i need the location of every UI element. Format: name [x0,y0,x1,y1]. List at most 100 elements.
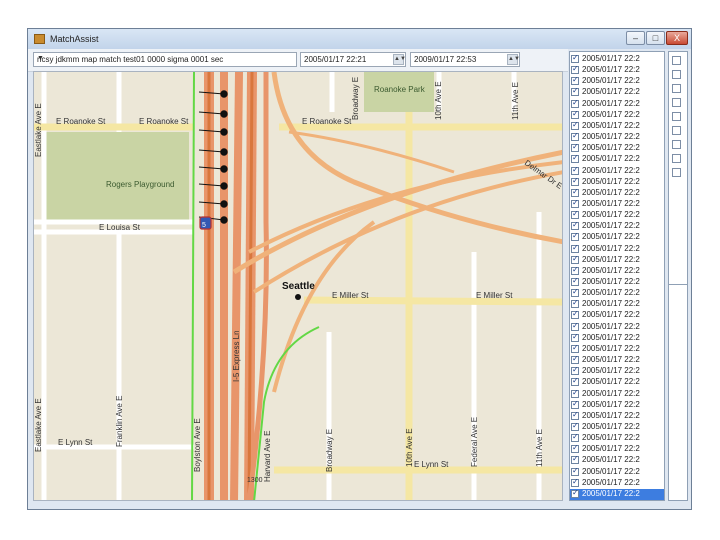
list-item[interactable]: ✓ 2005/01/17 22:2 [570,86,664,98]
side-checkbox[interactable] [672,112,681,121]
list-item[interactable]: ✓ 2005/01/17 22:2 [570,421,664,433]
row-checkbox[interactable]: ✓ [571,142,579,153]
list-item[interactable]: ✓ 2005/01/17 22:2 [570,120,664,132]
end-datetime-picker[interactable]: 2009/01/17 22:53 ▲▼ [410,52,520,67]
list-item[interactable]: ✓ 2005/01/17 22:2 [570,265,664,277]
close-button[interactable]: X [666,31,688,45]
list-item[interactable]: ✓ 2005/01/17 22:2 [570,75,664,87]
row-checkbox[interactable]: ✓ [571,477,579,487]
row-checkbox[interactable]: ✓ [571,466,579,476]
row-checkbox[interactable]: ✓ [571,309,579,320]
side-checkbox[interactable] [672,70,681,79]
list-item[interactable]: ✓ 2005/01/17 22:2 [570,198,664,210]
row-checkbox[interactable]: ✓ [571,332,579,342]
list-item[interactable]: ✓ 2005/01/17 22:2 [570,254,664,266]
list-item[interactable]: ✓ 2005/01/17 22:2 [570,298,664,310]
row-checkbox[interactable]: ✓ [571,98,579,108]
spin-icon[interactable]: ▲▼ [507,54,520,65]
chevron-down-icon[interactable]: ▼ [37,55,294,62]
side-checkbox[interactable] [672,168,681,177]
list-item[interactable]: ✓ 2005/01/17 22:2 [570,399,664,411]
row-checkbox[interactable]: ✓ [571,354,579,365]
list-item[interactable]: ✓ 2005/01/17 22:2 [570,243,664,255]
row-checkbox[interactable]: ✓ [571,454,579,465]
row-checkbox[interactable]: ✓ [571,365,579,376]
list-item[interactable]: ✓ 2005/01/17 22:2 [570,109,664,121]
list-item[interactable]: ✓ 2005/01/17 22:2 [570,365,664,377]
list-item[interactable]: ✓ 2005/01/17 22:2 [570,466,664,478]
row-checkbox[interactable]: ✓ [571,265,579,275]
row-checkbox[interactable]: ✓ [571,109,579,119]
side-checkbox[interactable] [672,154,681,163]
row-checkbox[interactable]: ✓ [571,399,579,409]
query-combobox[interactable]: ncsy jdkmm map match test01 0000 sigma 0… [33,52,297,67]
side-checkbox[interactable] [672,56,681,65]
row-checkbox[interactable]: ✓ [571,75,579,86]
row-checkbox[interactable]: ✓ [571,388,579,398]
list-item[interactable]: ✓ 2005/01/17 22:2 [570,332,664,344]
minimize-button[interactable]: – [626,31,645,45]
row-checkbox[interactable]: ✓ [571,131,579,142]
list-item[interactable]: ✓ 2005/01/17 22:2 [570,309,664,321]
list-item[interactable]: ✓ 2005/01/17 22:2 [570,165,664,177]
list-item[interactable]: ✓ 2005/01/17 22:2 [570,287,664,299]
row-checkbox[interactable]: ✓ [571,432,579,443]
row-checkbox[interactable]: ✓ [571,321,579,331]
list-item[interactable]: ✓ 2005/01/17 22:2 [570,454,664,466]
list-item[interactable]: ✓ 2005/01/17 22:2 [570,388,664,400]
row-checkbox[interactable]: ✓ [571,298,579,309]
row-checkbox[interactable]: ✓ [571,153,579,164]
map-view[interactable]: Roanoke Park Rogers Playground Seattle 5… [33,71,563,501]
side-checkbox[interactable] [672,98,681,107]
row-checkbox[interactable]: ✓ [571,254,579,264]
row-checkbox[interactable]: ✓ [571,176,579,186]
side-checkbox[interactable] [672,84,681,93]
row-checkbox[interactable]: ✓ [571,198,579,208]
list-item[interactable]: ✓ 2005/01/17 22:2 [570,142,664,154]
list-item[interactable]: ✓ 2005/01/17 22:2 [570,153,664,165]
row-checkbox[interactable]: ✓ [571,287,579,298]
row-checkbox[interactable]: ✓ [571,187,579,197]
list-item[interactable]: ✓ 2005/01/17 22:2 [570,220,664,232]
row-checkbox[interactable]: ✓ [571,64,579,75]
row-checkbox[interactable]: ✓ [571,120,579,130]
row-checkbox[interactable]: ✓ [571,165,579,175]
list-item[interactable]: ✓ 2005/01/17 22:2 [570,187,664,199]
row-checkbox[interactable]: ✓ [571,443,579,454]
list-item[interactable]: ✓ 2005/01/17 22:2 [570,376,664,388]
maximize-button[interactable]: □ [646,31,665,45]
start-datetime-picker[interactable]: 2005/01/17 22:21 ▲▼ [300,52,406,67]
track-point-list[interactable]: ✓ 2005/01/17 22:2 ✓ 2005/01/17 22:2 ✓ 2005/01… [569,51,665,501]
row-checkbox[interactable]: ✓ [571,209,579,220]
list-item[interactable]: ✓ 2005/01/17 22:2 [570,443,664,455]
row-checkbox[interactable]: ✓ [571,276,579,286]
row-checkbox[interactable]: ✓ [571,53,579,63]
list-item[interactable]: ✓ 2005/01/17 22:2 [570,410,664,422]
list-item[interactable]: ✓ 2005/01/17 22:2 [570,131,664,143]
list-item[interactable]: ✓ 2005/01/17 22:2 [570,276,664,288]
row-checkbox[interactable]: ✓ [571,410,579,420]
side-checkbox[interactable] [672,126,681,135]
row-checkbox[interactable]: ✓ [571,86,579,97]
list-item[interactable]: ✓ 2005/01/17 22:2 [570,231,664,243]
list-item[interactable]: ✓ 2005/01/17 22:2 [570,432,664,444]
list-item[interactable]: ✓ 2005/01/17 22:2 [570,477,664,489]
row-checkbox[interactable]: ✓ [571,220,579,231]
list-item[interactable]: ✓ 2005/01/17 22:2 [570,53,664,65]
list-item[interactable]: ✓ 2005/01/17 22:2 [570,488,664,500]
row-checkbox[interactable]: ✓ [571,231,579,242]
row-checkbox[interactable]: ✓ [571,376,579,387]
row-checkbox[interactable]: ✓ [571,343,579,353]
spin-icon[interactable]: ▲▼ [393,54,406,65]
list-item[interactable]: ✓ 2005/01/17 22:2 [570,354,664,366]
row-checkbox[interactable]: ✓ [571,421,579,431]
list-item[interactable]: ✓ 2005/01/17 22:2 [570,98,664,110]
title-bar[interactable]: MatchAssist – □ X [28,29,691,49]
row-checkbox[interactable]: ✓ [571,488,579,498]
list-item[interactable]: ✓ 2005/01/17 22:2 [570,209,664,221]
row-checkbox[interactable]: ✓ [571,243,579,253]
list-item[interactable]: ✓ 2005/01/17 22:2 [570,343,664,355]
list-item[interactable]: ✓ 2005/01/17 22:2 [570,321,664,333]
side-checkbox[interactable] [672,140,681,149]
list-item[interactable]: ✓ 2005/01/17 22:2 [570,64,664,76]
